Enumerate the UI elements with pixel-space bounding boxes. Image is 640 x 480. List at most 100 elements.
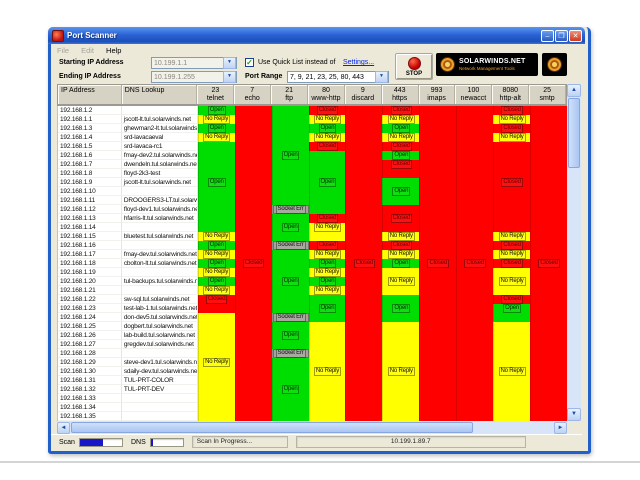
port-status-cell[interactable] [530, 169, 567, 178]
dns-cell[interactable] [122, 268, 198, 277]
ip-cell[interactable]: 192.168.1.22 [58, 295, 122, 304]
ip-cell[interactable]: 192.168.1.2 [58, 106, 122, 115]
port-status-cell[interactable]: Closed [530, 259, 567, 268]
port-status-cell[interactable] [235, 367, 272, 376]
port-status-cell[interactable] [382, 349, 419, 358]
dns-cell[interactable]: sdaily-dev.tul.solarwinds.net [122, 367, 198, 376]
port-status-cell[interactable] [235, 403, 272, 412]
port-status-cell[interactable] [272, 187, 309, 196]
port-status-cell[interactable] [382, 268, 419, 277]
port-status-cell[interactable] [235, 196, 272, 205]
port-status-cell[interactable] [235, 358, 272, 367]
port-status-cell[interactable] [419, 322, 456, 331]
port-status-cell[interactable]: Closed [309, 142, 346, 151]
port-status-cell[interactable]: Open [272, 277, 309, 286]
port-status-cell[interactable] [272, 322, 309, 331]
port-status-cell[interactable]: Closed [493, 259, 530, 268]
dns-cell[interactable]: floyd-2k3-test [122, 169, 198, 178]
header-port-https[interactable]: 443https [382, 85, 419, 104]
port-status-cell[interactable] [530, 322, 567, 331]
port-status-cell[interactable] [235, 133, 272, 142]
dns-cell[interactable]: DROOGERS3-LT.tul.solarwinds.net [122, 196, 198, 205]
port-status-cell[interactable]: No Reply [493, 367, 530, 376]
port-status-cell[interactable] [456, 349, 493, 358]
dns-cell[interactable] [122, 241, 198, 250]
port-status-cell[interactable] [530, 286, 567, 295]
menu-edit[interactable]: Edit [75, 46, 100, 55]
port-status-cell[interactable] [198, 196, 235, 205]
port-status-cell[interactable] [235, 169, 272, 178]
port-status-cell[interactable] [198, 367, 235, 376]
port-status-cell[interactable]: No Reply [382, 133, 419, 142]
port-status-cell[interactable] [309, 394, 346, 403]
port-status-cell[interactable] [272, 286, 309, 295]
table-row[interactable]: 192.168.1.12floyd-dev1.tul.solarwinds.ne… [58, 205, 567, 214]
port-status-cell[interactable] [345, 142, 382, 151]
table-row[interactable]: 192.168.1.23test-lab-1.tul.solarwinds.ne… [58, 304, 567, 313]
port-status-cell[interactable] [382, 178, 419, 187]
port-status-cell[interactable] [419, 340, 456, 349]
port-status-cell[interactable] [493, 214, 530, 223]
port-status-cell[interactable] [345, 322, 382, 331]
scroll-down-icon[interactable]: ▼ [567, 408, 581, 421]
port-status-cell[interactable]: No Reply [382, 277, 419, 286]
port-status-cell[interactable] [530, 142, 567, 151]
ending-ip-combobox[interactable]: 10.199.1.255 ▼ [151, 71, 237, 83]
port-status-cell[interactable] [272, 268, 309, 277]
ip-cell[interactable]: 192.168.1.29 [58, 358, 122, 367]
port-status-cell[interactable] [419, 295, 456, 304]
port-status-cell[interactable] [345, 151, 382, 160]
port-status-cell[interactable] [456, 403, 493, 412]
dns-cell[interactable]: jscott-lt.tul.solarwinds.net [122, 115, 198, 124]
port-status-cell[interactable] [382, 322, 419, 331]
dns-cell[interactable]: dogbert.tul.solarwinds.net [122, 322, 198, 331]
port-status-cell[interactable] [382, 385, 419, 394]
header-port-http-alt[interactable]: 8080http-alt [492, 85, 529, 104]
port-status-cell[interactable] [419, 367, 456, 376]
port-status-cell[interactable]: No Reply [309, 286, 346, 295]
header-port-echo[interactable]: 7echo [234, 85, 271, 104]
port-status-cell[interactable] [456, 133, 493, 142]
stop-button[interactable]: STOP [395, 53, 433, 80]
port-status-cell[interactable] [530, 250, 567, 259]
ip-cell[interactable]: 192.168.1.19 [58, 268, 122, 277]
port-status-cell[interactable]: Closed [419, 259, 456, 268]
port-status-cell[interactable] [419, 151, 456, 160]
port-status-cell[interactable] [235, 304, 272, 313]
port-status-cell[interactable]: Socket Err [272, 313, 309, 322]
dns-cell[interactable]: tul-backups.tul.solarwinds.net [122, 277, 198, 286]
port-status-cell[interactable] [235, 232, 272, 241]
port-status-cell[interactable] [235, 223, 272, 232]
port-status-cell[interactable] [309, 385, 346, 394]
table-row[interactable]: 192.168.1.26lab-build.tul.solarwinds.net… [58, 331, 567, 340]
port-status-cell[interactable]: No Reply [382, 115, 419, 124]
port-status-cell[interactable] [198, 205, 235, 214]
port-status-cell[interactable] [493, 286, 530, 295]
dns-cell[interactable] [122, 286, 198, 295]
chevron-down-icon[interactable]: ▼ [375, 71, 388, 83]
port-status-cell[interactable] [345, 187, 382, 196]
port-status-cell[interactable] [530, 268, 567, 277]
port-status-cell[interactable] [456, 160, 493, 169]
port-status-cell[interactable]: Open [382, 151, 419, 160]
chevron-down-icon[interactable]: ▼ [223, 71, 236, 83]
port-status-cell[interactable] [345, 394, 382, 403]
port-status-cell[interactable] [493, 385, 530, 394]
port-status-cell[interactable] [235, 214, 272, 223]
table-row[interactable]: 192.168.1.14OpenNo Reply [58, 223, 567, 232]
port-status-cell[interactable]: No Reply [198, 250, 235, 259]
port-status-cell[interactable] [309, 349, 346, 358]
port-status-cell[interactable] [309, 331, 346, 340]
port-status-cell[interactable] [309, 403, 346, 412]
ip-cell[interactable]: 192.168.1.26 [58, 331, 122, 340]
table-row[interactable]: 192.168.1.15bluetest.tul.solarwinds.netN… [58, 232, 567, 241]
ip-cell[interactable]: 192.168.1.17 [58, 250, 122, 259]
table-row[interactable]: 192.168.1.27gregdev.tul.solarwinds.net [58, 340, 567, 349]
ip-cell[interactable]: 192.168.1.11 [58, 196, 122, 205]
ip-cell[interactable]: 192.168.1.28 [58, 349, 122, 358]
port-status-cell[interactable] [382, 169, 419, 178]
header-port-ftp[interactable]: 21ftp [271, 85, 308, 104]
port-status-cell[interactable] [530, 367, 567, 376]
table-row[interactable]: 192.168.1.30sdaily-dev.tul.solarwinds.ne… [58, 367, 567, 376]
ip-cell[interactable]: 192.168.1.10 [58, 187, 122, 196]
